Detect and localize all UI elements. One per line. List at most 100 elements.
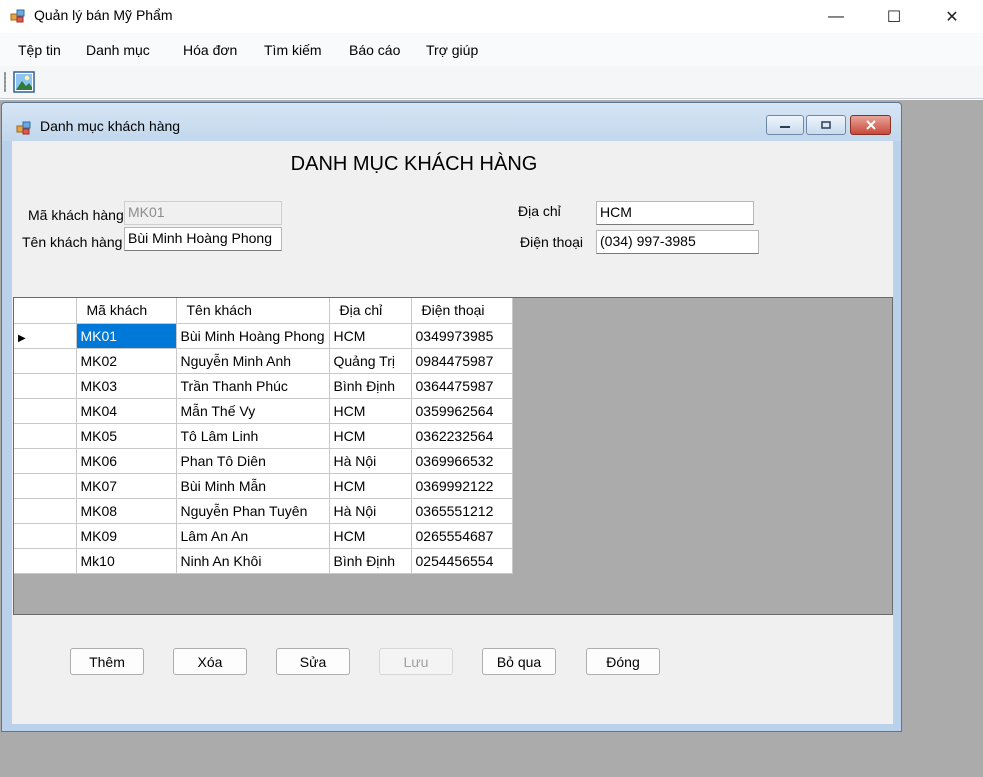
row-header[interactable] <box>14 498 77 524</box>
cell-ma-khach[interactable]: MK08 <box>76 498 177 524</box>
child-minimize-button[interactable] <box>766 115 804 135</box>
cell-dien-thoai[interactable]: 0984475987 <box>411 348 513 374</box>
cell-ten-khach[interactable]: Nguyễn Minh Anh <box>176 348 330 374</box>
table-row[interactable]: MK09 Lâm An An HCM 0265554687 <box>14 523 513 549</box>
row-header[interactable] <box>14 373 77 399</box>
table-row[interactable]: MK04 Mẫn Thế Vy HCM 0359962564 <box>14 398 513 424</box>
them-button[interactable]: Thêm <box>70 648 144 675</box>
column-header-ten-khach[interactable]: Tên khách <box>176 298 330 324</box>
customer-table: Mã khách Tên khách Địa chỉ Điện thoại ▶ … <box>14 298 513 574</box>
table-row[interactable]: MK05 Tô Lâm Linh HCM 0362232564 <box>14 423 513 449</box>
picture-icon[interactable] <box>12 70 36 94</box>
cell-dia-chi[interactable]: HCM <box>329 523 412 549</box>
cell-dia-chi[interactable]: HCM <box>329 398 412 424</box>
cell-ma-khach[interactable]: Mk10 <box>76 548 177 574</box>
cell-ten-khach[interactable]: Ninh An Khôi <box>176 548 330 574</box>
cell-ten-khach[interactable]: Bùi Minh Hoàng Phong <box>176 323 330 349</box>
customer-grid[interactable]: Mã khách Tên khách Địa chỉ Điện thoại ▶ … <box>13 297 893 615</box>
cell-ma-khach[interactable]: MK01 <box>76 323 177 349</box>
cell-ma-khach[interactable]: MK05 <box>76 423 177 449</box>
cell-dia-chi[interactable]: HCM <box>329 323 412 349</box>
menu-tro-giup[interactable]: Trợ giúp <box>426 42 478 58</box>
xoa-button[interactable]: Xóa <box>173 648 247 675</box>
cell-ma-khach[interactable]: MK09 <box>76 523 177 549</box>
row-header[interactable] <box>14 523 77 549</box>
cell-ma-khach[interactable]: MK06 <box>76 448 177 474</box>
row-header[interactable] <box>14 548 77 574</box>
cell-dia-chi[interactable]: Bình Định <box>329 548 412 574</box>
table-row[interactable]: MK03 Trần Thanh Phúc Bình Định 036447598… <box>14 373 513 399</box>
table-row[interactable]: MK07 Bùi Minh Mẫn HCM 0369992122 <box>14 473 513 499</box>
bo-qua-button[interactable]: Bỏ qua <box>482 648 556 675</box>
menu-bar: Tệp tin Danh mục Hóa đơn Tìm kiếm Báo cá… <box>0 33 983 66</box>
cell-dien-thoai[interactable]: 0359962564 <box>411 398 513 424</box>
ma-khach-label: Mã khách hàng <box>28 207 124 223</box>
cell-dia-chi[interactable]: Hà Nội <box>329 448 412 474</box>
cell-dia-chi[interactable]: HCM <box>329 423 412 449</box>
table-row[interactable]: MK02 Nguyễn Minh Anh Quảng Trị 098447598… <box>14 348 513 374</box>
minimize-button[interactable]: — <box>808 0 864 33</box>
row-header[interactable] <box>14 448 77 474</box>
row-header[interactable]: ▶ <box>14 323 77 349</box>
table-row[interactable]: Mk10 Ninh An Khôi Bình Định 0254456554 <box>14 548 513 574</box>
cell-ten-khach[interactable]: Nguyễn Phan Tuyên <box>176 498 330 524</box>
cell-ma-khach[interactable]: MK07 <box>76 473 177 499</box>
cell-dia-chi[interactable]: Hà Nội <box>329 498 412 524</box>
toolbar <box>0 66 983 99</box>
table-row[interactable]: ▶ MK01 Bùi Minh Hoàng Phong HCM 03499739… <box>14 323 513 349</box>
cell-ten-khach[interactable]: Trần Thanh Phúc <box>176 373 330 399</box>
child-restore-button[interactable] <box>806 115 846 135</box>
cell-dien-thoai[interactable]: 0369992122 <box>411 473 513 499</box>
row-header[interactable] <box>14 473 77 499</box>
menu-bao-cao[interactable]: Báo cáo <box>349 42 400 58</box>
column-header-ma-khach[interactable]: Mã khách <box>76 298 177 324</box>
luu-button[interactable]: Lưu <box>379 648 453 675</box>
table-row[interactable]: MK06 Phan Tô Diên Hà Nội 0369966532 <box>14 448 513 474</box>
child-close-button[interactable] <box>850 115 891 135</box>
row-header-corner[interactable] <box>14 298 77 324</box>
menu-danh-muc[interactable]: Danh mục <box>86 42 150 58</box>
ten-khach-field[interactable]: Bùi Minh Hoàng Phong <box>124 227 282 251</box>
cell-dien-thoai[interactable]: 0369966532 <box>411 448 513 474</box>
table-row[interactable]: MK08 Nguyễn Phan Tuyên Hà Nội 0365551212 <box>14 498 513 524</box>
row-header[interactable] <box>14 348 77 374</box>
app-icon <box>10 9 25 23</box>
cell-dia-chi[interactable]: HCM <box>329 473 412 499</box>
close-button[interactable]: ✕ <box>924 0 980 33</box>
dien-thoai-field[interactable]: (034) 997-3985 <box>596 230 759 254</box>
page-title: DANH MỤC KHÁCH HÀNG <box>290 153 538 175</box>
cell-dia-chi[interactable]: Quảng Trị <box>329 348 412 374</box>
cell-dia-chi[interactable]: Bình Định <box>329 373 412 399</box>
cell-dien-thoai[interactable]: 0254456554 <box>411 548 513 574</box>
cell-dien-thoai[interactable]: 0364475987 <box>411 373 513 399</box>
customer-window: Danh mục khách hàng DANH MỤC KHÁCH HÀNG … <box>1 102 902 732</box>
cell-dien-thoai[interactable]: 0265554687 <box>411 523 513 549</box>
maximize-button[interactable]: ☐ <box>866 0 922 33</box>
cell-dien-thoai[interactable]: 0362232564 <box>411 423 513 449</box>
cell-dien-thoai[interactable]: 0365551212 <box>411 498 513 524</box>
toolbar-grip[interactable] <box>4 72 6 92</box>
cell-ten-khach[interactable]: Mẫn Thế Vy <box>176 398 330 424</box>
cell-ten-khach[interactable]: Phan Tô Diên <box>176 448 330 474</box>
sua-button[interactable]: Sửa <box>276 648 350 675</box>
dia-chi-field[interactable]: HCM <box>596 201 754 225</box>
row-header[interactable] <box>14 423 77 449</box>
cell-ten-khach[interactable]: Bùi Minh Mẫn <box>176 473 330 499</box>
menu-tep-tin[interactable]: Tệp tin <box>18 42 61 58</box>
app-titlebar[interactable]: Quản lý bán Mỹ Phẩm — ☐ ✕ <box>0 0 983 33</box>
menu-hoa-don[interactable]: Hóa đơn <box>183 42 237 58</box>
cell-dien-thoai[interactable]: 0349973985 <box>411 323 513 349</box>
cell-ma-khach[interactable]: MK03 <box>76 373 177 399</box>
menu-tim-kiem[interactable]: Tìm kiếm <box>264 42 322 58</box>
ma-khach-field[interactable]: MK01 <box>124 201 282 225</box>
cell-ma-khach[interactable]: MK04 <box>76 398 177 424</box>
customer-window-titlebar[interactable]: Danh mục khách hàng <box>2 103 901 141</box>
cell-ten-khach[interactable]: Tô Lâm Linh <box>176 423 330 449</box>
row-header[interactable] <box>14 398 77 424</box>
cell-ma-khach[interactable]: MK02 <box>76 348 177 374</box>
column-header-dia-chi[interactable]: Địa chỉ <box>329 298 412 324</box>
dong-button[interactable]: Đóng <box>586 648 660 675</box>
restore-icon <box>821 121 831 129</box>
column-header-dien-thoai[interactable]: Điện thoại <box>411 298 513 324</box>
cell-ten-khach[interactable]: Lâm An An <box>176 523 330 549</box>
